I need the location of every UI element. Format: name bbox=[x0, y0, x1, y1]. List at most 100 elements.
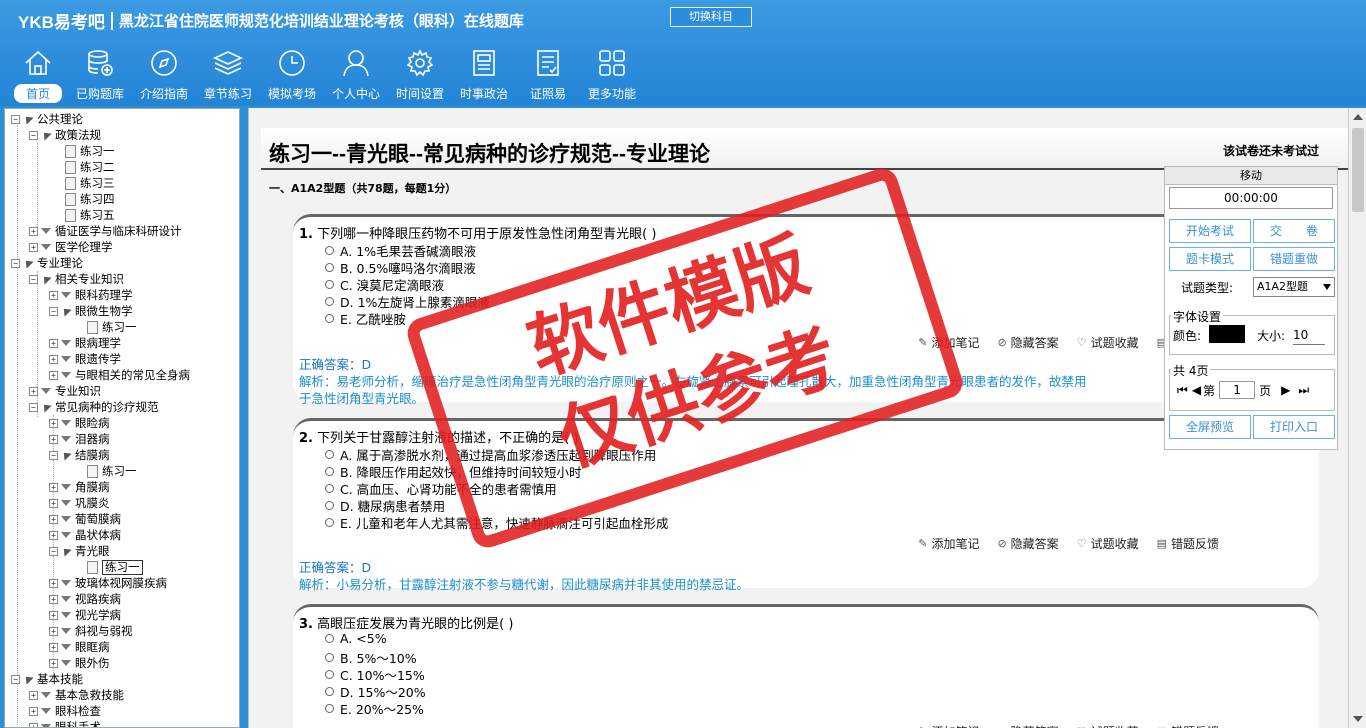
nav-purchased[interactable]: 已购题库 bbox=[68, 48, 132, 103]
scroll-thumb[interactable] bbox=[1352, 128, 1364, 212]
collapse-toggle[interactable]: − bbox=[49, 546, 58, 556]
expand-toggle[interactable]: + bbox=[49, 354, 58, 364]
switch-subject-button[interactable]: 切换科目 bbox=[670, 7, 752, 27]
option[interactable]: E. 20%～25% bbox=[325, 699, 424, 718]
tree-node[interactable]: + 眼睑病 bbox=[49, 415, 110, 431]
tree-node[interactable]: + 眼外伤 bbox=[49, 655, 110, 671]
expand-toggle[interactable]: + bbox=[49, 514, 58, 524]
option-radio[interactable] bbox=[325, 450, 334, 459]
prev-page-icon[interactable]: ◀ bbox=[1192, 383, 1201, 397]
option-radio[interactable] bbox=[325, 246, 334, 255]
hide-answer-button[interactable]: ⊘隐藏答案 bbox=[997, 723, 1058, 728]
tree-node[interactable]: + 玻璃体视网膜疾病 bbox=[49, 575, 167, 591]
feedback-button[interactable]: ▤错题反馈 bbox=[1157, 723, 1219, 728]
expand-toggle[interactable]: + bbox=[29, 722, 38, 727]
expand-toggle[interactable]: + bbox=[49, 578, 58, 588]
add-note-button[interactable]: ✎添加笔记 bbox=[918, 334, 979, 351]
expand-toggle[interactable]: + bbox=[49, 434, 58, 444]
collapse-toggle[interactable]: − bbox=[29, 130, 38, 140]
tree-node[interactable]: + 循证医学与临床科研设计 bbox=[29, 223, 182, 239]
nav-home[interactable]: 首页 bbox=[8, 48, 68, 103]
add-note-button[interactable]: ✎添加笔记 bbox=[918, 535, 979, 552]
option-radio[interactable] bbox=[325, 484, 334, 493]
option-radio[interactable] bbox=[325, 634, 334, 643]
tree-leaf[interactable]: 练习四 bbox=[65, 191, 115, 207]
option-radio[interactable] bbox=[325, 467, 334, 476]
option-radio[interactable] bbox=[325, 314, 334, 323]
collapse-toggle[interactable]: − bbox=[49, 450, 58, 460]
tree-node[interactable]: + 视路疾病 bbox=[49, 591, 121, 607]
submit-exam-button[interactable]: 交 卷 bbox=[1253, 219, 1335, 243]
tree-leaf[interactable]: 练习一 bbox=[65, 143, 115, 159]
print-button[interactable]: 打印入口 bbox=[1253, 415, 1335, 439]
nav-time[interactable]: 时间设置 bbox=[388, 48, 452, 103]
tree-node[interactable]: + 基本急救技能 bbox=[29, 687, 124, 703]
nav-politics[interactable]: 时事政治 bbox=[452, 48, 516, 103]
card-mode-button[interactable]: 题卡模式 bbox=[1169, 247, 1251, 271]
feedback-button[interactable]: ▤错题反馈 bbox=[1157, 535, 1219, 552]
font-color-swatch[interactable] bbox=[1209, 325, 1245, 343]
nav-chapter[interactable]: 章节练习 bbox=[196, 48, 260, 103]
tree-node[interactable]: + 眼遗传学 bbox=[49, 351, 121, 367]
tree-node[interactable]: + 巩膜炎 bbox=[49, 495, 110, 511]
tree-node[interactable]: − 眼微生物学 bbox=[49, 303, 133, 319]
expand-toggle[interactable]: + bbox=[29, 690, 38, 700]
tree-node[interactable]: + 眼眶病 bbox=[49, 639, 110, 655]
tree-node[interactable]: + 晶状体病 bbox=[49, 527, 121, 543]
option-radio[interactable] bbox=[325, 501, 334, 510]
tree-leaf[interactable]: 练习五 bbox=[65, 207, 115, 223]
nav-user[interactable]: 个人中心 bbox=[324, 48, 388, 103]
expand-toggle[interactable]: + bbox=[29, 242, 38, 252]
tree-node[interactable]: − 相关专业知识 bbox=[29, 271, 124, 287]
expand-toggle[interactable]: + bbox=[49, 338, 58, 348]
tree-leaf[interactable]: 练习一 bbox=[87, 319, 137, 335]
expand-toggle[interactable]: + bbox=[49, 290, 58, 300]
tree-leaf[interactable]: 练习一 bbox=[87, 463, 137, 479]
tree-node[interactable]: + 斜视与弱视 bbox=[49, 623, 133, 639]
last-page-icon[interactable]: ⏭ bbox=[1298, 383, 1309, 398]
collapse-toggle[interactable]: − bbox=[11, 674, 20, 684]
tree-node[interactable]: + 视光学病 bbox=[49, 607, 121, 623]
tree-node[interactable]: − 政策法规 bbox=[29, 127, 101, 143]
collapse-toggle[interactable]: − bbox=[29, 402, 38, 412]
tree-node[interactable]: + 葡萄膜病 bbox=[49, 511, 121, 527]
option-radio[interactable] bbox=[325, 704, 334, 713]
favorite-button[interactable]: ♡试题收藏 bbox=[1077, 723, 1139, 728]
hide-answer-button[interactable]: ⊘隐藏答案 bbox=[997, 535, 1058, 552]
first-page-icon[interactable]: ⏮ bbox=[1177, 383, 1188, 398]
expand-toggle[interactable]: + bbox=[29, 386, 38, 396]
redo-wrong-button[interactable]: 错题重做 bbox=[1253, 247, 1335, 271]
tree-node[interactable]: + 眼科手术 bbox=[29, 719, 101, 727]
tree-node[interactable]: + 泪器病 bbox=[49, 431, 110, 447]
option-radio[interactable] bbox=[325, 670, 334, 679]
move-handle[interactable]: 移动 bbox=[1165, 167, 1337, 185]
tree-node[interactable]: − 青光眼 bbox=[49, 543, 110, 559]
tree-node[interactable]: + 专业知识 bbox=[29, 383, 101, 399]
collapse-toggle[interactable]: − bbox=[11, 258, 20, 268]
nav-more[interactable]: 更多功能 bbox=[580, 48, 644, 103]
font-size-input[interactable]: 10 bbox=[1293, 327, 1325, 345]
main-scrollbar[interactable] bbox=[1348, 108, 1366, 728]
page-input[interactable]: 1 bbox=[1219, 381, 1256, 399]
tree-node[interactable]: − 基本技能 bbox=[11, 671, 83, 687]
tree-node[interactable]: − 结膜病 bbox=[49, 447, 110, 463]
scroll-down-icon[interactable] bbox=[1353, 716, 1363, 722]
expand-toggle[interactable]: + bbox=[29, 226, 38, 236]
nav-mock[interactable]: 模拟考场 bbox=[260, 48, 324, 103]
tree-node[interactable]: − 专业理论 bbox=[11, 255, 83, 271]
tree-leaf-selected[interactable]: 练习一 bbox=[87, 559, 143, 575]
option-radio[interactable] bbox=[325, 518, 334, 527]
collapse-toggle[interactable]: − bbox=[11, 114, 20, 124]
tree-node[interactable]: − 常见病种的诊疗规范 bbox=[29, 399, 159, 415]
expand-toggle[interactable]: + bbox=[49, 610, 58, 620]
start-exam-button[interactable]: 开始考试 bbox=[1169, 219, 1251, 243]
expand-toggle[interactable]: + bbox=[49, 498, 58, 508]
favorite-button[interactable]: ♡试题收藏 bbox=[1077, 535, 1139, 552]
tree-node[interactable]: + 角膜病 bbox=[49, 479, 110, 495]
option-radio[interactable] bbox=[325, 653, 334, 662]
tree-node[interactable]: + 眼病理学 bbox=[49, 335, 121, 351]
tree-leaf[interactable]: 练习三 bbox=[65, 175, 115, 191]
collapse-toggle[interactable]: − bbox=[49, 306, 58, 316]
expand-toggle[interactable]: + bbox=[49, 418, 58, 428]
tree-node[interactable]: + 与眼相关的常见全身病 bbox=[49, 367, 190, 383]
